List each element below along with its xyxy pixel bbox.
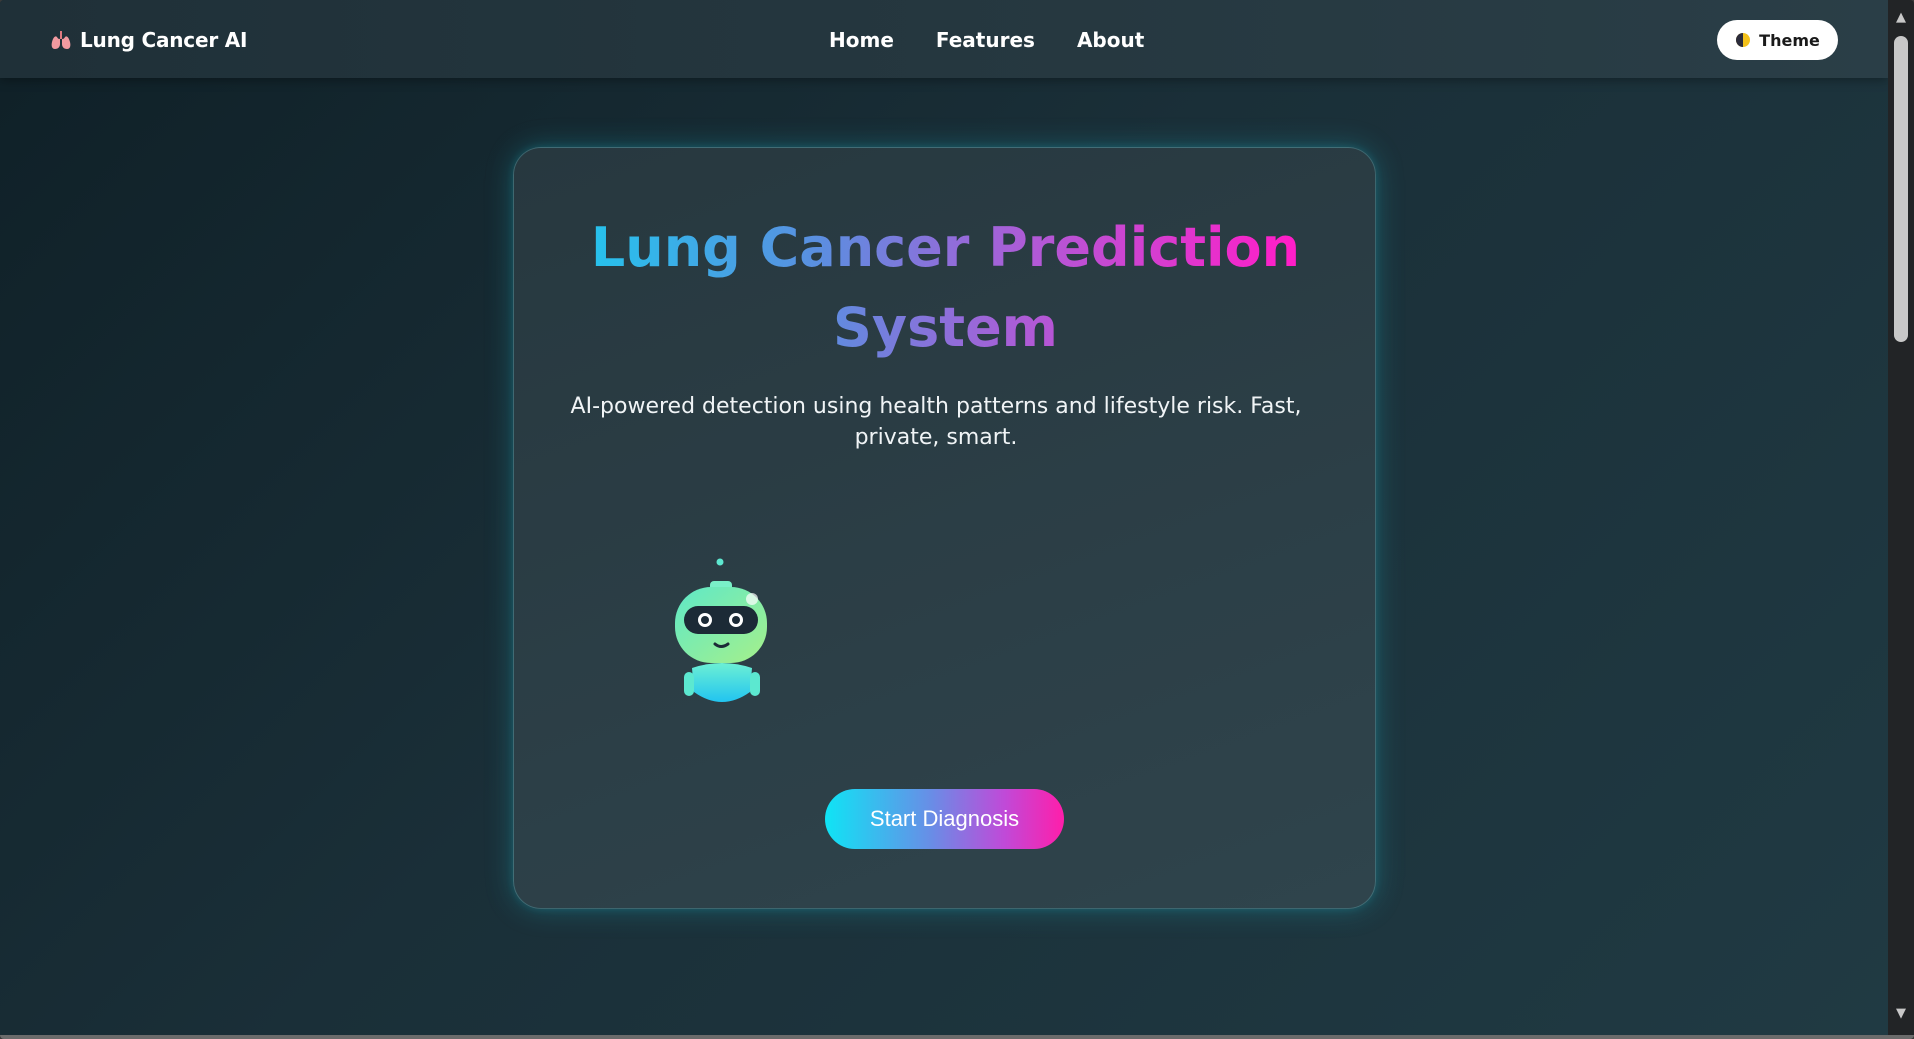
nav-links: Home Features About	[829, 24, 1144, 56]
start-diagnosis-button[interactable]: Start Diagnosis	[825, 789, 1064, 849]
nav-link-home[interactable]: Home	[829, 28, 894, 52]
brand[interactable]: Lung Cancer AI	[50, 24, 247, 56]
hero-title-part3: System	[833, 296, 1058, 359]
hero-title-part1: Lung Cancer	[590, 216, 989, 279]
brand-name: Lung Cancer AI	[80, 28, 248, 52]
hero-title-part2: Prediction	[988, 216, 1301, 279]
theme-button-label: Theme	[1759, 30, 1820, 50]
theme-toggle-button[interactable]: Theme	[1717, 20, 1838, 60]
hero-subtitle: AI-powered detection using health patter…	[570, 394, 1302, 450]
hero-title: Lung Cancer Prediction System	[514, 208, 1377, 368]
nav-link-about[interactable]: About	[1077, 28, 1144, 52]
half-circle-icon	[1735, 32, 1751, 48]
vertical-scrollbar[interactable]: ▲ ▼	[1888, 0, 1914, 1035]
navbar: Lung Cancer AI Home Features About Theme	[0, 0, 1888, 78]
nav-link-features[interactable]: Features	[936, 28, 1035, 52]
window-bottom-edge	[0, 1035, 1914, 1039]
robot-mascot-icon	[672, 554, 772, 710]
page: Lung Cancer AI Home Features About Theme	[0, 0, 1888, 1035]
lungs-icon	[50, 29, 72, 51]
hero-card: Lung Cancer Prediction System AI-powered…	[513, 147, 1376, 909]
arrow-up-icon[interactable]: ▲	[1894, 10, 1908, 25]
scrollbar-thumb[interactable]	[1894, 36, 1908, 342]
arrow-down-icon[interactable]: ▼	[1894, 1006, 1908, 1021]
browser-window: Lung Cancer AI Home Features About Theme	[0, 0, 1914, 1039]
